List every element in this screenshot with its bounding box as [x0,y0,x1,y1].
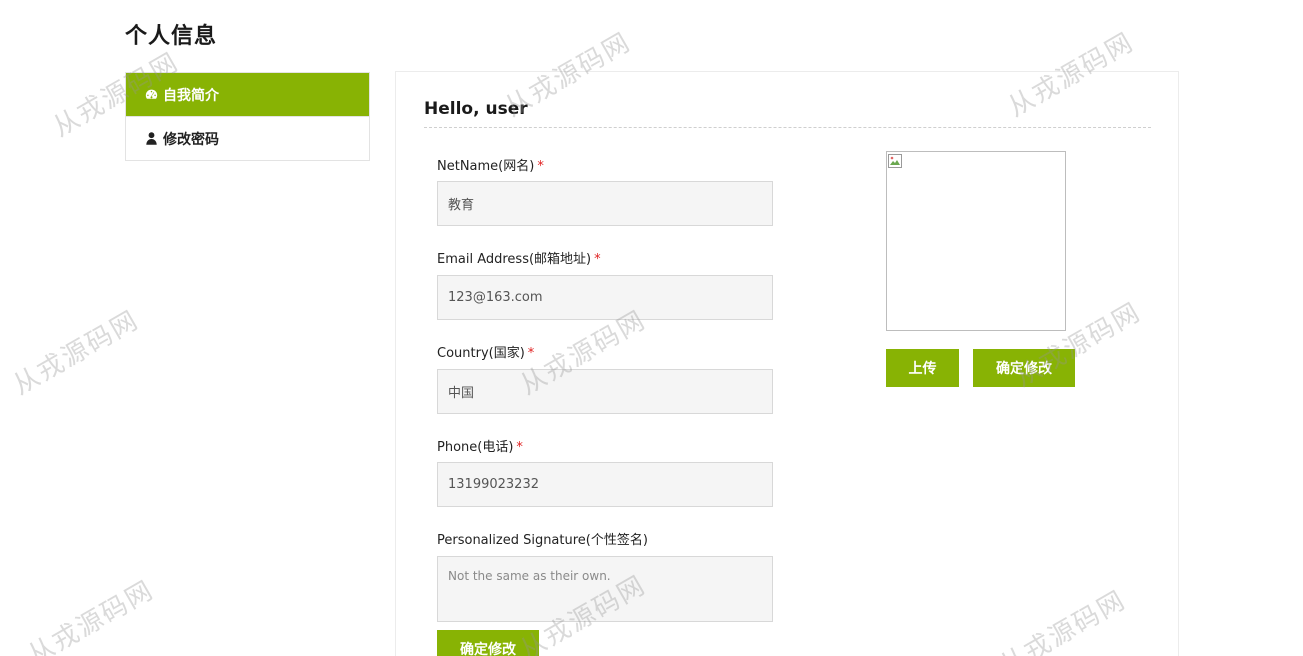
user-icon [145,132,158,145]
page: 个人信息 自我简介 修改密码 Hello, user NetName(网名) *… [0,0,1303,656]
sidebar-item-label: 修改密码 [163,131,219,148]
greeting-heading: Hello, user [424,99,528,119]
dashboard-icon [145,88,158,101]
avatar-preview [886,151,1066,331]
save-profile-button[interactable]: 确定修改 [437,630,539,656]
phone-label: Phone(电话) * [437,436,523,455]
required-marker: * [537,159,544,174]
signature-label: Personalized Signature(个性签名) [437,529,648,548]
netname-label: NetName(网名) * [437,155,544,174]
signature-textarea[interactable] [437,556,773,622]
country-label: Country(国家) * [437,342,534,361]
email-label-text: Email Address(邮箱地址) [437,252,592,267]
country-input[interactable] [437,369,773,414]
required-marker: * [527,346,535,361]
country-label-text: Country(国家) [437,346,525,361]
sidebar: 自我简介 修改密码 [125,72,370,161]
required-marker: * [516,440,523,455]
netname-input[interactable] [437,181,773,226]
page-title: 个人信息 [125,24,218,49]
confirm-avatar-button[interactable]: 确定修改 [973,349,1075,387]
phone-input[interactable] [437,462,773,507]
sidebar-item-label: 自我简介 [163,87,219,104]
sidebar-item-profile[interactable]: 自我简介 [126,73,369,116]
signature-label-text: Personalized Signature(个性签名) [437,533,648,548]
email-input[interactable] [437,275,773,320]
watermark: 从戎源码网 [8,305,145,402]
required-marker: * [594,252,601,267]
profile-panel: Hello, user NetName(网名)* Email Address(邮… [395,71,1179,656]
sidebar-item-change-password[interactable]: 修改密码 [126,116,369,160]
phone-label-text: Phone(电话) [437,440,514,455]
email-label: Email Address(邮箱地址) * [437,248,601,267]
upload-avatar-button[interactable]: 上传 [886,349,959,387]
divider [424,127,1151,128]
netname-label-text: NetName(网名) [437,159,535,174]
broken-image-icon [888,153,902,168]
watermark: 从戎源码网 [23,575,160,656]
